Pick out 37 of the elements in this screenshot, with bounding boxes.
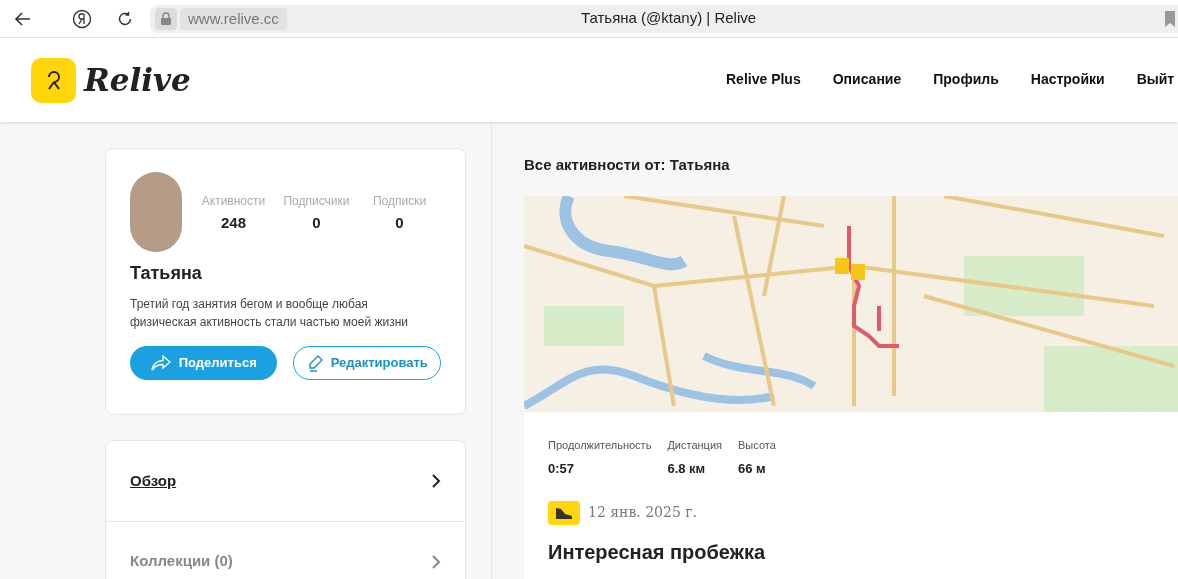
back-icon[interactable]: [14, 9, 32, 28]
activity-stat-label: Продолжительность: [548, 437, 652, 453]
nav-link[interactable]: Профиль: [933, 69, 999, 90]
stat-label: Активности: [201, 193, 266, 210]
page-title: Татьяна (@ktany) | Relive: [581, 8, 757, 29]
activity-stat-value: 6.8 км: [667, 460, 707, 478]
logo-icon[interactable]: [31, 57, 76, 103]
logo-wordmark[interactable]: Relive: [84, 56, 191, 104]
pencil-icon: [306, 354, 325, 372]
address-bar-url[interactable]: www.relive.cc: [180, 7, 287, 30]
activity-stat-label: Высота: [738, 437, 776, 453]
stat-value: 248: [221, 213, 246, 233]
activity-date: 12 янв. 2025 г.: [588, 503, 698, 522]
menu-item[interactable]: Обзор: [130, 469, 177, 493]
feed-heading: Все активности от: Татьяна: [524, 155, 731, 175]
chevron-right-icon: [431, 473, 441, 489]
stat-label: Подписчики: [283, 193, 350, 210]
stat-value: 0: [395, 213, 404, 233]
menu-item[interactable]: Коллекции (0): [130, 550, 233, 573]
chevron-right-icon: [431, 553, 441, 570]
nav-link[interactable]: Relive Plus: [726, 69, 801, 90]
activity-title[interactable]: Интересная пробежка: [524, 536, 1178, 567]
nav-link[interactable]: Описание: [832, 69, 902, 90]
running-shoe-icon: [548, 500, 580, 525]
browser-logo-icon[interactable]: [72, 8, 92, 29]
activity-stat-label: Дистанция: [667, 437, 722, 453]
reload-icon[interactable]: [116, 9, 134, 28]
lock-icon: [155, 7, 177, 30]
nav-link[interactable]: Выйт: [1136, 69, 1175, 90]
profile-name: Татьяна: [130, 262, 203, 285]
activity-stat-value: 66 м: [738, 460, 767, 478]
share-icon: [150, 355, 171, 371]
nav-link[interactable]: Настройки: [1030, 69, 1105, 90]
profile-bio: Третий год занятия бегом и вообще любая физическая активность стали частью моей жизни: [130, 296, 410, 331]
stat-value: 0: [312, 213, 321, 233]
activity-stat-value: 0:57: [548, 460, 576, 478]
stat-label: Подписки: [372, 193, 427, 210]
